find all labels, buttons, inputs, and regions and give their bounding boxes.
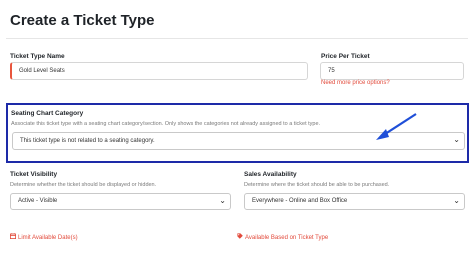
title-divider [6, 38, 468, 39]
sales-availability-selected-value: Everywhere - Online and Box Office [252, 198, 348, 204]
chevron-down-icon: ⌄ [453, 135, 460, 144]
calendar-icon [10, 233, 16, 239]
annotation-arrow-head [376, 129, 389, 140]
ticket-visibility-selected-value: Active - Visible [18, 198, 58, 204]
page-title: Create a Ticket Type [10, 12, 155, 29]
annotation-arrow [376, 113, 417, 140]
ticket-visibility-description: Determine whether the ticket should be d… [10, 182, 157, 188]
ticket-visibility-label: Ticket Visibility [10, 171, 58, 178]
ticket-visibility-select[interactable]: Active - Visible ⌄ [10, 193, 231, 210]
price-per-ticket-input[interactable]: 75 [320, 62, 464, 80]
price-per-ticket-label: Price Per Ticket [321, 53, 370, 60]
seating-chart-description: Associate this ticket type with a seatin… [11, 121, 321, 127]
sales-availability-description: Determine where the ticket should be abl… [244, 182, 390, 188]
seating-chart-selected-value: This ticket type is not related to a sea… [20, 138, 155, 144]
available-based-on-ticket-type-link[interactable]: Available Based on Ticket Type [237, 233, 328, 241]
sales-availability-select[interactable]: Everywhere - Online and Box Office ⌄ [244, 193, 465, 210]
chevron-down-icon: ⌄ [453, 196, 460, 205]
ticket-type-name-label: Ticket Type Name [10, 53, 65, 60]
sales-availability-label: Sales Availability [244, 171, 297, 178]
available-based-on-ticket-type-label: Available Based on Ticket Type [245, 235, 329, 241]
limit-available-dates-label: Limit Available Date(s) [18, 235, 78, 241]
chevron-down-icon: ⌄ [219, 196, 226, 205]
more-price-options-link[interactable]: Need more price options? [321, 80, 390, 86]
ticket-type-name-input[interactable]: Gold Level Seats [10, 62, 308, 80]
limit-available-dates-link[interactable]: Limit Available Date(s) [10, 233, 78, 241]
tag-icon [237, 233, 243, 239]
seating-chart-label: Seating Chart Category [11, 110, 84, 117]
